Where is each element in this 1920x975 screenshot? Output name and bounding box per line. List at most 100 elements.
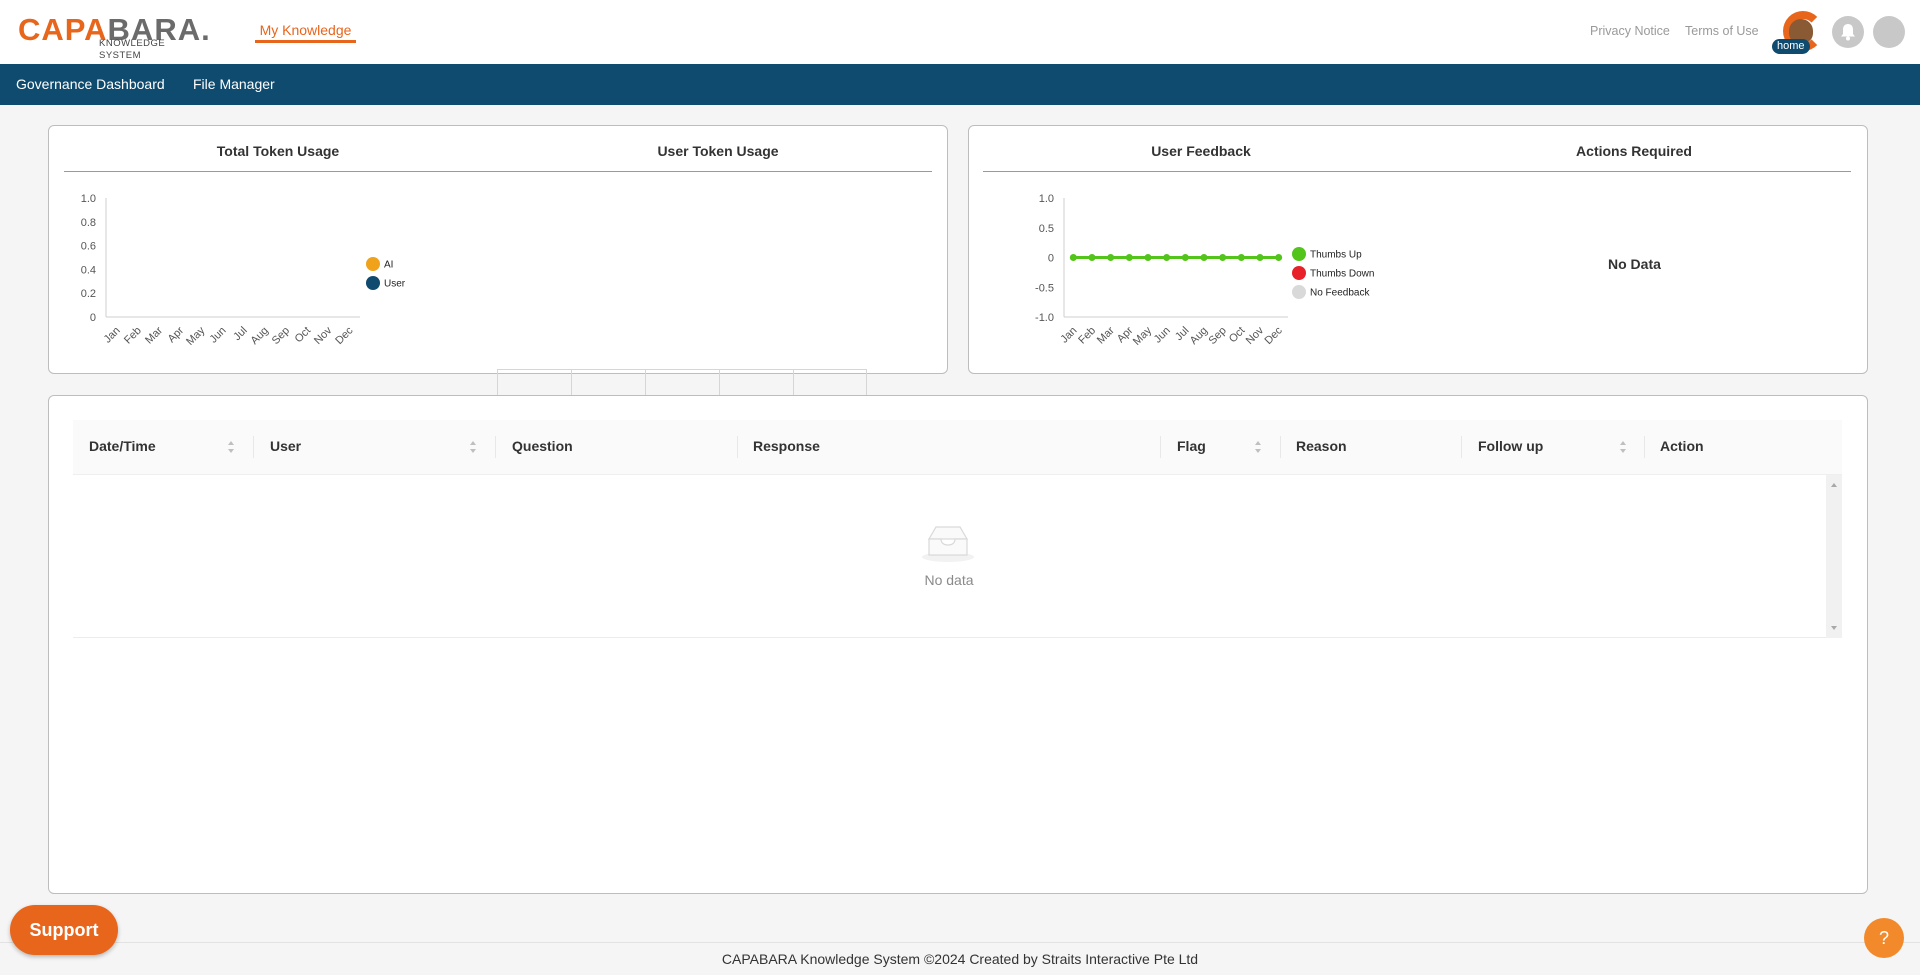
y-tick-label: 0.6	[81, 241, 96, 253]
scroll-arrows-icon	[1831, 483, 1837, 630]
y-tick-label: -0.5	[1035, 282, 1054, 294]
x-tick-label: Mar	[143, 324, 165, 346]
user-feedback-chart: 1.00.50-0.5-1.0JanFebMarAprMayJun JulAugS…	[1035, 193, 1374, 348]
y-tick-label: 0.4	[81, 264, 96, 276]
user-feedback-title: User Feedback	[1151, 143, 1251, 159]
user-token-usage-title: User Token Usage	[657, 143, 779, 159]
data-point	[1069, 254, 1077, 261]
legend-label: AI	[384, 260, 393, 271]
user-avatar[interactable]	[1873, 16, 1905, 48]
col-follow-up[interactable]: Follow up	[1478, 438, 1543, 454]
x-tick-label: Jul	[231, 325, 249, 343]
x-tick-label: Dec	[333, 324, 356, 347]
nav-my-knowledge[interactable]: My Knowledge	[255, 22, 356, 43]
x-tick-label: Aug	[1188, 325, 1210, 347]
y-tick-label: 0	[1048, 253, 1054, 265]
logo-subtitle: KNOWLEDGE SYSTEM	[99, 38, 166, 61]
actions-required-title: Actions Required	[1576, 143, 1692, 159]
data-point	[1144, 254, 1152, 261]
privacy-notice-link[interactable]: Privacy Notice	[1590, 24, 1670, 38]
notification-button[interactable]	[1832, 16, 1864, 48]
x-tick-label: Apr	[166, 324, 187, 345]
panel-title-rule	[64, 171, 932, 172]
legend-label: Thumbs Up	[1310, 250, 1362, 261]
col-user[interactable]: User	[270, 438, 301, 454]
y-tick-label: 1.0	[81, 193, 96, 205]
x-tick-label: Jan	[1058, 325, 1079, 346]
footer-rule	[0, 942, 1920, 943]
legend-label: No Feedback	[1310, 288, 1370, 299]
bell-icon	[1841, 24, 1855, 41]
x-tick-label: Oct	[293, 325, 314, 346]
col-reason: Reason	[1296, 438, 1347, 454]
total-token-usage-chart: 1.0 0.8 0.6 0.4 0.2 0 Jan Feb Mar AprMay Jun JulAug…	[81, 193, 406, 348]
y-tick-label: -1.0	[1035, 312, 1054, 324]
x-tick-label: Dec	[1262, 324, 1285, 347]
help-button[interactable]: ?	[1864, 918, 1904, 958]
col-response: Response	[753, 438, 820, 454]
x-tick-label: Jun	[208, 325, 229, 346]
y-tick-label: 0.5	[1039, 223, 1054, 235]
footer-text: CAPABARA Knowledge System ©2024 Created …	[721, 951, 1199, 967]
x-tick-label: Nov	[312, 324, 335, 347]
terms-of-use-link[interactable]: Terms of Use	[1685, 24, 1759, 38]
x-tick-label: Sep	[270, 325, 292, 347]
legend-label: User	[384, 279, 406, 290]
panel-title-rule	[983, 171, 1851, 172]
data-point	[1163, 254, 1171, 261]
x-tick-label: Nov	[1244, 324, 1267, 347]
total-token-usage-title: Total Token Usage	[216, 143, 340, 159]
legend-swatch	[1292, 266, 1306, 280]
data-point	[1219, 254, 1227, 261]
y-tick-label: 0.8	[81, 217, 96, 229]
sort-icon[interactable]	[1619, 440, 1627, 454]
sort-icon[interactable]	[227, 440, 235, 454]
y-tick-label: 0	[90, 312, 96, 324]
data-point	[1181, 254, 1189, 261]
sort-icon[interactable]	[469, 440, 477, 454]
data-point	[1200, 254, 1208, 261]
col-action: Action	[1660, 438, 1704, 454]
home-badge-button[interactable]: home	[1770, 11, 1826, 55]
col-date-time[interactable]: Date/Time	[89, 438, 156, 454]
capabara-logo[interactable]: CAPABARA. KNOWLEDGE SYSTEM	[18, 14, 210, 62]
x-tick-label: May	[184, 324, 208, 348]
x-tick-label: Feb	[1076, 325, 1098, 347]
data-point	[1107, 254, 1115, 261]
support-button[interactable]: Support	[10, 905, 118, 955]
legend-swatch	[366, 276, 380, 290]
data-point	[1125, 254, 1133, 261]
ghost-tab-strip	[497, 369, 867, 396]
actions-required-empty: No Data	[1608, 256, 1661, 272]
sort-icon[interactable]	[1254, 440, 1262, 454]
x-tick-label: Oct	[1227, 325, 1248, 346]
data-point	[1275, 254, 1283, 261]
table-header: Date/Time User Question Response Flag Re…	[73, 420, 1842, 475]
x-tick-label: Mar	[1095, 324, 1117, 346]
x-tick-label: Jun	[1152, 325, 1173, 346]
col-question: Question	[512, 438, 573, 454]
legend-swatch	[366, 257, 380, 271]
menu-file-manager[interactable]: File Manager	[193, 76, 275, 92]
x-tick-label: Feb	[122, 325, 144, 347]
table-empty-text: No data	[924, 572, 974, 588]
y-tick-label: 1.0	[1039, 193, 1054, 205]
x-tick-label: Aug	[249, 325, 271, 347]
data-point	[1237, 254, 1245, 261]
data-point	[1088, 254, 1096, 261]
legend-label: Thumbs Down	[1310, 269, 1374, 280]
x-tick-label: May	[1131, 324, 1155, 348]
top-header: CAPABARA. KNOWLEDGE SYSTEM My Knowledge …	[0, 0, 1920, 64]
x-tick-label: Jan	[102, 325, 123, 346]
legend-swatch	[1292, 285, 1306, 299]
empty-inbox-icon	[922, 526, 974, 562]
col-flag[interactable]: Flag	[1177, 438, 1206, 454]
data-point	[1256, 254, 1264, 261]
home-badge-label: home	[1772, 39, 1810, 54]
main-menu-bar: Governance Dashboard File Manager	[0, 64, 1920, 105]
y-tick-label: 0.2	[81, 288, 96, 300]
table-scrollbar[interactable]	[1826, 475, 1842, 638]
x-tick-label: Sep	[1206, 325, 1228, 347]
menu-governance-dashboard[interactable]: Governance Dashboard	[16, 76, 165, 92]
legend-swatch	[1292, 247, 1306, 261]
